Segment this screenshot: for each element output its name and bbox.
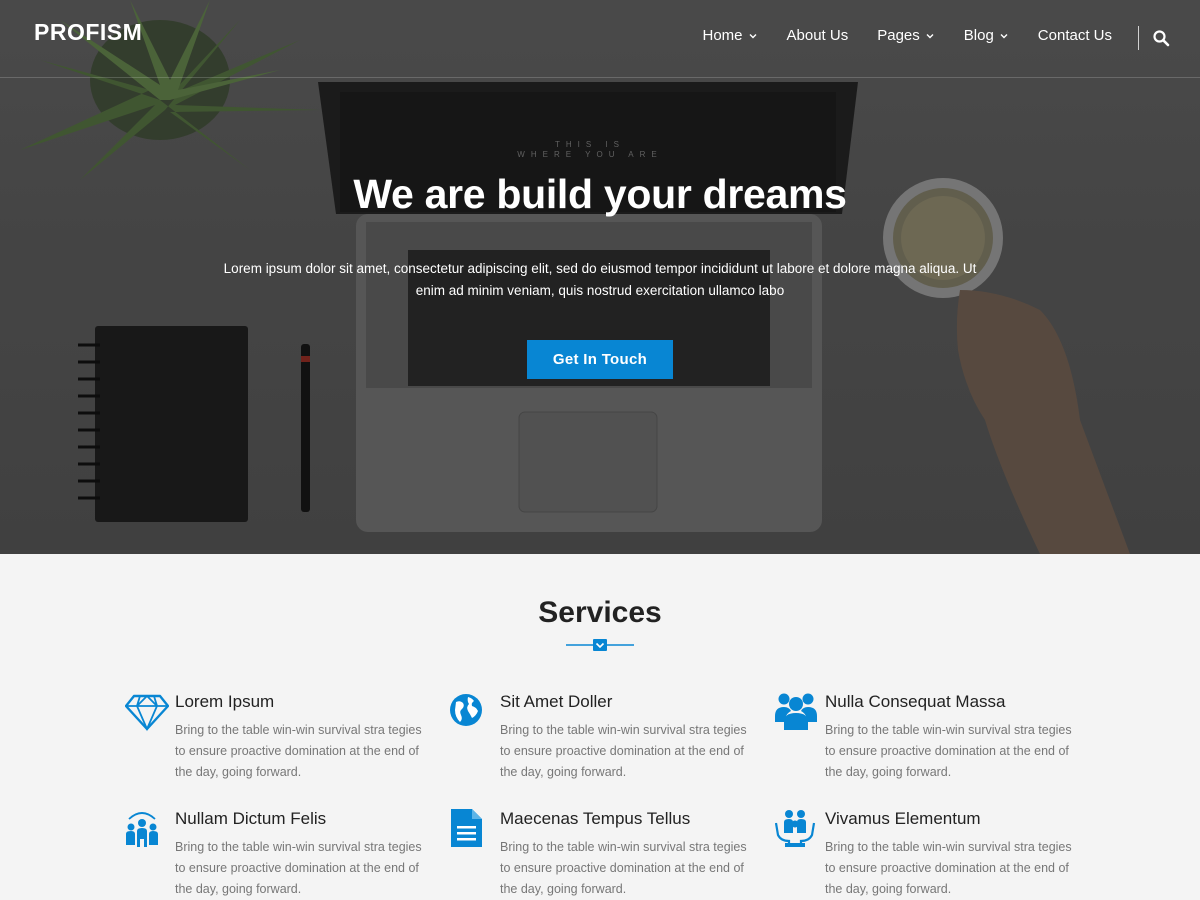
nav-item-label: About Us — [786, 27, 849, 44]
globe-icon — [450, 694, 482, 726]
nav-item-about[interactable]: About Us — [787, 27, 849, 44]
chevron-down-icon — [749, 33, 757, 38]
service-item: Sit Amet Doller Bring to the table win-w… — [450, 692, 750, 782]
chevron-down-icon — [926, 33, 934, 38]
service-title: Nulla Consequat Massa — [825, 692, 1006, 711]
service-item: Lorem Ipsum Bring to the table win-win s… — [125, 692, 425, 782]
service-title: Sit Amet Doller — [500, 692, 613, 711]
section-divider — [566, 639, 634, 651]
care-icon — [775, 810, 816, 847]
service-title: Vivamus Elementum — [825, 809, 981, 828]
diamond-icon — [125, 694, 169, 732]
nav-item-label: Pages — [877, 27, 920, 44]
site-header: PROFISM Home About Us Pages Blog Contact… — [0, 0, 1200, 78]
nav-item-home[interactable]: Home — [703, 27, 758, 44]
search-icon[interactable] — [1152, 29, 1170, 47]
service-description: Bring to the table win-win survival stra… — [500, 723, 747, 779]
users-icon — [775, 693, 817, 730]
document-icon — [451, 809, 482, 847]
nav-item-label: Contact Us — [1037, 27, 1112, 44]
team-icon — [126, 812, 158, 847]
service-description: Bring to the table win-win survival stra… — [175, 840, 422, 896]
nav-item-label: Blog — [963, 27, 994, 44]
get-in-touch-button[interactable]: Get In Touch — [527, 340, 673, 379]
service-title: Maecenas Tempus Tellus — [500, 809, 691, 828]
service-description: Bring to the table win-win survival stra… — [500, 840, 747, 896]
service-description: Bring to the table win-win survival stra… — [825, 723, 1072, 779]
service-item: Nullam Dictum Felis Bring to the table w… — [125, 809, 425, 899]
service-description: Bring to the table win-win survival stra… — [175, 723, 422, 779]
site-logo[interactable]: PROFISM — [34, 19, 142, 46]
services-title: Services — [538, 596, 662, 629]
service-description: Bring to the table win-win survival stra… — [825, 840, 1072, 896]
service-item: Nulla Consequat Massa Bring to the table… — [775, 692, 1075, 782]
hero-description: Lorem ipsum dolor sit amet, consectetur … — [223, 261, 977, 298]
nav-item-contact[interactable]: Contact Us — [1038, 27, 1112, 44]
hero-title: We are build your dreams — [353, 171, 847, 217]
main-nav: Home About Us Pages Blog Contact Us — [674, 27, 1113, 44]
service-item: Maecenas Tempus Tellus Bring to the tabl… — [450, 809, 750, 899]
service-title: Lorem Ipsum — [175, 692, 275, 711]
nav-item-label: Home — [702, 27, 743, 44]
service-title: Nullam Dictum Felis — [175, 809, 327, 828]
service-item: Vivamus Elementum Bring to the table win… — [775, 809, 1075, 899]
nav-item-pages[interactable]: Pages — [877, 27, 935, 44]
nav-divider — [1138, 26, 1139, 50]
chevron-down-icon — [1000, 33, 1008, 38]
nav-item-blog[interactable]: Blog — [964, 27, 1009, 44]
